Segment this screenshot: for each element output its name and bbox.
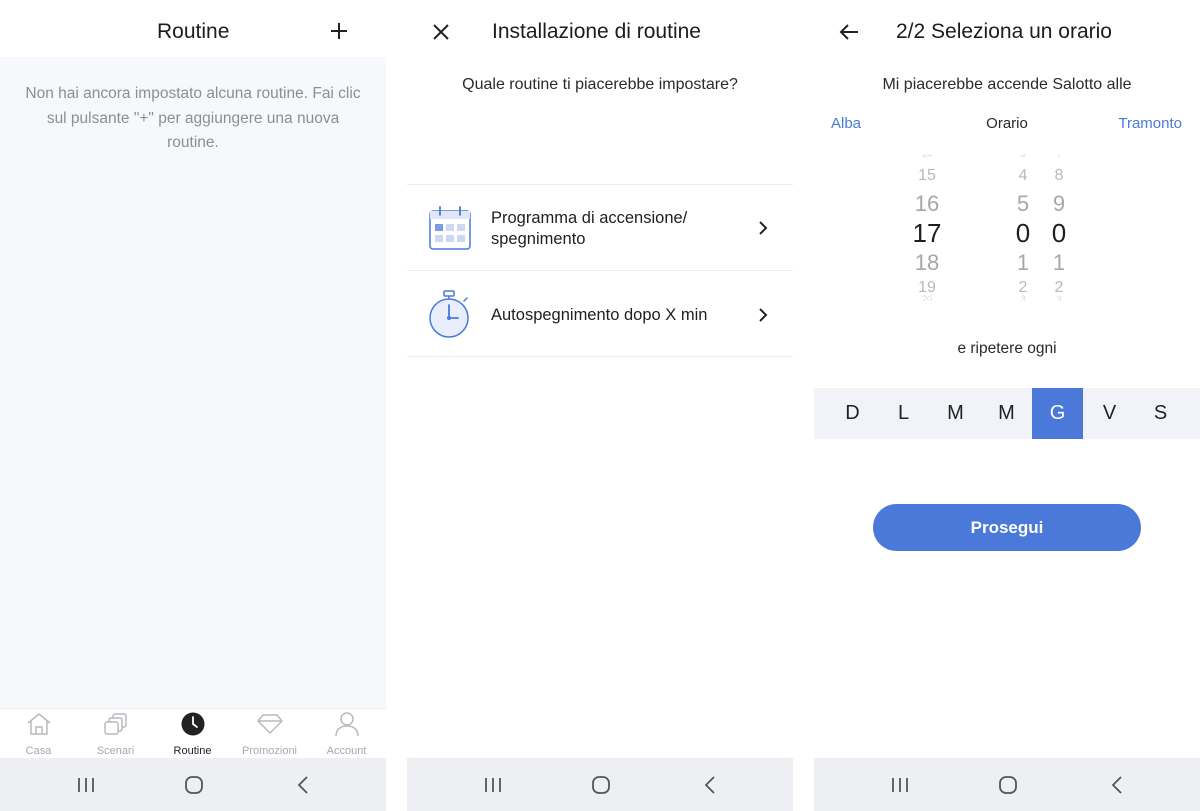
day-button[interactable]: S xyxy=(1135,388,1186,439)
time-picker: 14 15 16 17 18 19 20 3450123 7890123 xyxy=(814,154,1200,302)
back-chevron-icon xyxy=(297,776,308,794)
tab-label: Scenari xyxy=(96,745,135,757)
picker-value: 18 xyxy=(914,250,940,275)
option-label: Autospegnimento dopo X min xyxy=(491,306,708,324)
calendar-icon xyxy=(427,203,473,253)
back-button[interactable] xyxy=(289,772,317,798)
schedule-prompt: Mi piacerebbe accende Salotto alle xyxy=(882,76,1132,93)
picker-value: 5 xyxy=(1016,191,1030,216)
install-routine-screen: Installazione di routine Quale routine t… xyxy=(407,0,793,811)
tab-label: Routine xyxy=(173,745,212,757)
picker-value: 8 xyxy=(1054,167,1064,184)
option-label: Programma di accensione/ spegnimento xyxy=(491,209,688,248)
picker-value: 7 xyxy=(1056,154,1062,159)
day-button[interactable]: M xyxy=(930,388,981,439)
picker-value: 2 xyxy=(1054,279,1064,296)
recent-apps-button[interactable] xyxy=(72,772,100,798)
back-button[interactable] xyxy=(1103,772,1131,798)
select-time-screen: 2/2 Seleziona un orario Mi piacerebbe ac… xyxy=(814,0,1200,811)
hour-wheel[interactable]: 14 15 16 17 18 19 20 xyxy=(907,154,947,302)
picker-value: 15 xyxy=(918,167,936,184)
back-chevron-icon xyxy=(1111,776,1122,794)
user-icon xyxy=(332,711,362,737)
picker-value: 4 xyxy=(1018,167,1028,184)
recent-apps-icon xyxy=(78,778,94,792)
picker-value: 1 xyxy=(1052,250,1066,275)
close-icon xyxy=(433,24,449,40)
home-button[interactable] xyxy=(994,772,1022,798)
recent-apps-button[interactable] xyxy=(479,772,507,798)
picker-value: 0 xyxy=(1015,218,1031,248)
picker-value: 3 xyxy=(1020,295,1026,301)
repeat-label: e ripetere ogni xyxy=(957,340,1057,357)
day-button[interactable]: G xyxy=(1032,388,1083,439)
picker-value: 20 xyxy=(921,295,932,301)
picker-value: 1 xyxy=(1016,250,1030,275)
recent-apps-icon xyxy=(485,778,501,792)
recent-apps-button[interactable] xyxy=(886,772,914,798)
home-circle-icon xyxy=(592,776,610,794)
option-auto-off[interactable]: Autospegnimento dopo X min xyxy=(407,270,793,357)
routine-screen: Routine Non hai ancora impostato alcuna … xyxy=(0,0,386,811)
day-button[interactable]: L xyxy=(878,388,929,439)
add-routine-button[interactable] xyxy=(326,18,352,44)
tab-scenari[interactable]: Scenari xyxy=(77,709,154,759)
picker-value: 17 xyxy=(912,218,942,248)
tab-promozioni[interactable]: Promozioni xyxy=(231,709,308,759)
option-schedule-on-off[interactable]: Programma di accensione/ spegnimento xyxy=(407,184,793,271)
header: Routine xyxy=(0,0,386,57)
home-button[interactable] xyxy=(587,772,615,798)
page-title: 2/2 Seleziona un orario xyxy=(896,20,1112,43)
routine-question: Quale routine ti piacerebbe impostare? xyxy=(462,76,738,93)
tab-label: Account xyxy=(326,745,367,757)
empty-state-message: Non hai ancora impostato alcuna routine.… xyxy=(25,85,361,151)
arrow-left-icon xyxy=(839,24,858,40)
continue-button[interactable]: Prosegui xyxy=(873,504,1141,551)
day-button[interactable]: D xyxy=(827,388,878,439)
picker-value: 3 xyxy=(1020,154,1026,159)
stopwatch-icon xyxy=(427,289,473,339)
tab-routine[interactable]: Routine xyxy=(154,709,231,759)
chevron-right-icon xyxy=(755,219,771,237)
plus-icon xyxy=(331,23,347,39)
page-title: Routine xyxy=(157,20,230,43)
tab-label: Promozioni xyxy=(241,745,298,757)
picker-value: 19 xyxy=(918,279,936,296)
minute-units-wheel[interactable]: 7 8 901 23 xyxy=(1039,154,1079,302)
picker-value: 0 xyxy=(1051,218,1067,248)
picker-value: 14 xyxy=(921,154,932,159)
home-button[interactable] xyxy=(180,772,208,798)
bottom-tab-bar: Casa Scenari Routine Promozioni Account xyxy=(0,708,386,759)
picker-value: 2 xyxy=(1018,279,1028,296)
routine-list-empty: Non hai ancora impostato alcuna routine.… xyxy=(0,57,386,708)
home-icon xyxy=(24,711,54,737)
home-circle-icon xyxy=(999,776,1017,794)
chevron-right-icon xyxy=(755,306,771,324)
page-title: Installazione di routine xyxy=(492,20,701,43)
tab-account[interactable]: Account xyxy=(308,709,385,759)
system-navigation-bar xyxy=(814,758,1200,811)
tab-label: Casa xyxy=(25,745,52,757)
picker-value: 9 xyxy=(1052,191,1066,216)
home-circle-icon xyxy=(185,776,203,794)
recent-apps-icon xyxy=(892,778,908,792)
clock-icon xyxy=(178,711,208,737)
weekday-selector: D L M M G V S xyxy=(814,388,1200,439)
mode-sunset[interactable]: Tramonto xyxy=(1118,115,1182,132)
divider xyxy=(407,356,793,357)
scenes-icon xyxy=(101,711,131,737)
tab-casa[interactable]: Casa xyxy=(0,709,77,759)
picker-value: 16 xyxy=(914,191,940,216)
picker-value: 3 xyxy=(1056,295,1062,301)
back-arrow-button[interactable] xyxy=(836,20,862,44)
minute-tens-wheel[interactable]: 3450123 xyxy=(1003,154,1043,302)
diamond-icon xyxy=(255,711,285,737)
close-button[interactable] xyxy=(429,20,453,44)
system-navigation-bar xyxy=(0,758,386,811)
back-button[interactable] xyxy=(696,772,724,798)
day-button[interactable]: M xyxy=(981,388,1032,439)
day-button[interactable]: V xyxy=(1084,388,1135,439)
back-chevron-icon xyxy=(704,776,715,794)
system-navigation-bar xyxy=(407,758,793,811)
